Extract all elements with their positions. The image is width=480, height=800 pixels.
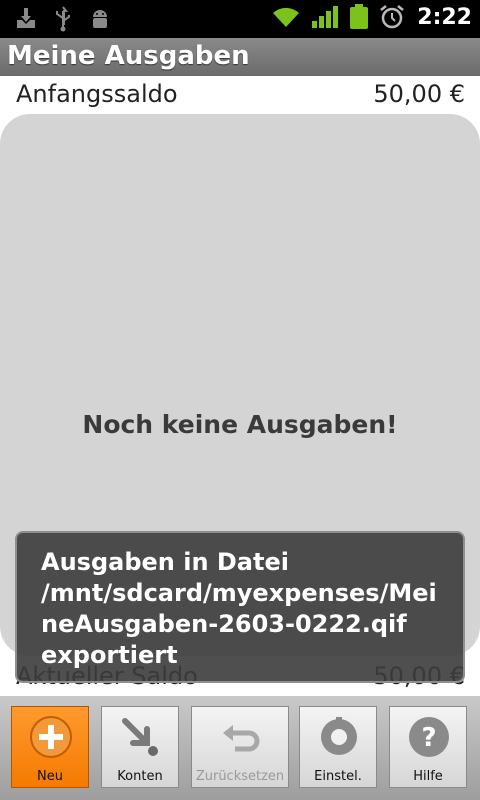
undo-icon: [223, 725, 260, 752]
start-balance-label: Anfangssaldo: [16, 80, 178, 108]
battery-icon: [350, 4, 369, 29]
app-title: Meine Ausgaben: [7, 41, 250, 71]
new-button-label: Neu: [37, 769, 63, 784]
status-bar: 2:22: [0, 0, 480, 38]
notification-icons: [14, 6, 112, 32]
toast-message: Ausgaben in Datei /mnt/sdcard/myexpenses…: [41, 548, 437, 669]
usb-icon: [56, 6, 70, 32]
accounts-button[interactable]: Konten: [101, 706, 179, 788]
start-balance-row: Anfangssaldo 50,00 €: [0, 76, 480, 116]
plus-icon: [30, 716, 72, 758]
accounts-button-label: Konten: [117, 769, 163, 784]
help-button[interactable]: ? Hilfe: [389, 706, 467, 788]
help-button-label: Hilfe: [413, 769, 443, 784]
reset-button[interactable]: Zurücksetzen: [191, 706, 289, 788]
new-button[interactable]: Neu: [11, 706, 89, 788]
accounts-arrow-icon: [122, 718, 158, 756]
android-debug-icon: [93, 10, 107, 28]
svg-text:?: ?: [421, 723, 436, 753]
title-bar: Meine Ausgaben: [0, 38, 480, 76]
alarm-icon: [380, 5, 405, 29]
export-toast: Ausgaben in Datei /mnt/sdcard/myexpenses…: [15, 531, 465, 683]
settings-icon: [321, 717, 357, 755]
bottom-toolbar: Neu Konten Zurücksetzen Einstel. ? Hilfe: [0, 696, 480, 800]
download-icon: [17, 8, 35, 28]
start-balance-value: 50,00 €: [373, 80, 465, 108]
empty-message: Noch keine Ausgaben!: [82, 410, 398, 439]
clock: 2:22: [417, 4, 472, 30]
settings-button-label: Einstel.: [314, 769, 362, 784]
wifi-icon: [273, 7, 300, 27]
help-icon: ?: [409, 717, 449, 757]
reset-button-label: Zurücksetzen: [195, 769, 285, 784]
settings-button[interactable]: Einstel.: [299, 706, 377, 788]
signal-icon: [312, 6, 339, 28]
system-icons: 2:22: [271, 4, 472, 30]
